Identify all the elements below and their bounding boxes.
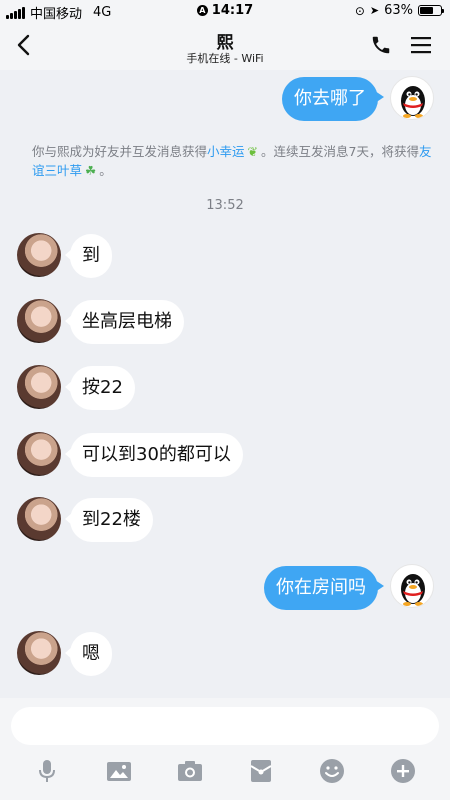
nav-bar: 熙 手机在线 - WiFi (0, 22, 450, 70)
friend-avatar[interactable] (17, 497, 61, 541)
battery-fill (420, 7, 433, 14)
emoji-button[interactable] (317, 756, 347, 786)
friend-avatar[interactable] (17, 233, 61, 277)
time-divider: 13:52 (206, 198, 244, 213)
phone-icon[interactable] (370, 34, 392, 56)
friend-avatar[interactable] (17, 365, 61, 409)
message-input[interactable] (11, 707, 439, 745)
camera-icon (178, 761, 202, 781)
menu-icon[interactable] (410, 35, 432, 55)
message-bubble-incoming[interactable]: 嗯 (65, 632, 112, 676)
message-bubble-incoming[interactable]: 可以到30的都可以 (65, 433, 243, 477)
battery-icon (418, 5, 444, 16)
sprout-icon: ❦ (247, 144, 259, 159)
notice-text-2: 。连续互发消息7天，将获得 (261, 144, 419, 159)
red-packet-icon (250, 760, 272, 782)
more-button[interactable] (388, 756, 418, 786)
image-icon (107, 762, 131, 781)
system-notice: 你与熙成为好友并互发消息获得小幸运 ❦ 。连续互发消息7天，将获得友谊三叶草 ☘。 (32, 142, 432, 180)
message-bubble-incoming[interactable]: 到 (65, 234, 112, 278)
lock-rotation-icon: ⊙ (354, 3, 365, 18)
status-time: 14:17 (211, 3, 254, 18)
location-icon: A (196, 5, 208, 16)
input-area (0, 698, 450, 800)
image-button[interactable] (104, 756, 134, 786)
lucky-link[interactable]: 小幸运 (207, 144, 245, 159)
friend-avatar[interactable] (17, 299, 61, 343)
penguin-icon (401, 574, 425, 606)
navigation-icon: ➤ (369, 4, 380, 17)
penguin-icon (401, 86, 425, 118)
clover-icon: ☘ (85, 163, 97, 178)
red-packet-button[interactable] (246, 756, 276, 786)
friend-avatar[interactable] (17, 432, 61, 476)
message-bubble-incoming[interactable]: 坐高层电梯 (65, 300, 184, 344)
message-bubble-outgoing[interactable]: 你在房间吗 (264, 566, 384, 610)
voice-button[interactable] (32, 756, 62, 786)
status-bar: 中国移动 4G A 14:17 ⊙ ➤ 63% (0, 0, 450, 22)
notice-text-3: 。 (99, 163, 112, 178)
emoji-icon (320, 759, 344, 783)
friend-avatar[interactable] (17, 631, 61, 675)
notice-text-1: 你与熙成为好友并互发消息获得 (32, 144, 208, 159)
plus-icon (391, 759, 415, 783)
my-avatar[interactable] (390, 564, 434, 608)
my-avatar[interactable] (390, 76, 434, 120)
message-bubble-incoming[interactable]: 按22 (65, 366, 135, 410)
camera-button[interactable] (175, 756, 205, 786)
message-bubble-incoming[interactable]: 到22楼 (65, 498, 153, 542)
message-bubble-outgoing[interactable]: 你去哪了 (282, 77, 384, 121)
battery-percent: 63% (384, 3, 413, 18)
input-toolbar (0, 756, 450, 788)
microphone-icon (39, 760, 55, 782)
